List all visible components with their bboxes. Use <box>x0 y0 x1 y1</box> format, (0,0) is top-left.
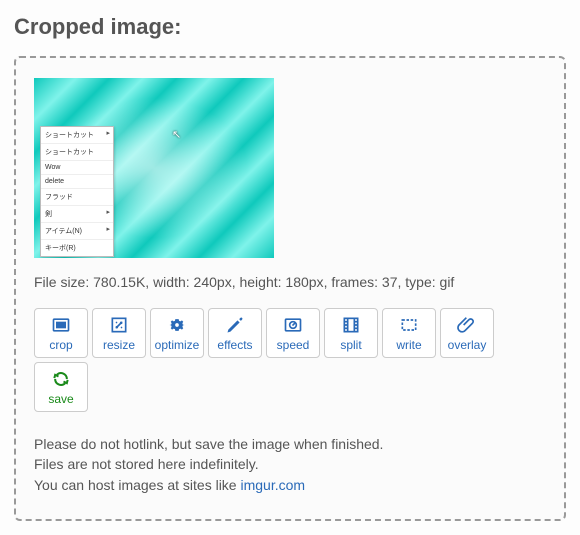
context-menu-item: キーボ(R) <box>41 240 113 256</box>
speed-icon <box>282 315 304 335</box>
file-width: 240px <box>194 274 232 290</box>
speed-button[interactable]: speed <box>266 308 320 358</box>
crop-button[interactable]: crop <box>34 308 88 358</box>
select-icon <box>398 315 420 335</box>
context-menu-item: ショートカット <box>41 144 113 161</box>
split-button[interactable]: split <box>324 308 378 358</box>
optimize-button[interactable]: optimize <box>150 308 204 358</box>
imgur-link[interactable]: imgur.com <box>241 477 306 493</box>
effects-button[interactable]: effects <box>208 308 262 358</box>
file-type: gif <box>440 274 455 290</box>
context-menu: ショートカット ショートカット Wow delete フラッド 剣 アイテム(N… <box>40 126 114 257</box>
overlay-button[interactable]: overlay <box>440 308 494 358</box>
note-line: Please do not hotlink, but save the imag… <box>34 434 546 454</box>
note-line: Files are not stored here indefinitely. <box>34 454 546 474</box>
save-icon <box>50 369 72 389</box>
toolbar: crop resize optimize effects speed split… <box>34 308 546 412</box>
resize-icon <box>108 315 130 335</box>
context-menu-item: ショートカット <box>41 127 113 144</box>
context-menu-item: Wow <box>41 161 113 175</box>
crop-icon <box>50 315 72 335</box>
resize-button[interactable]: resize <box>92 308 146 358</box>
note-line: You can host images at sites like imgur.… <box>34 475 546 495</box>
file-frames: 37 <box>382 274 398 290</box>
cursor-icon: ↖ <box>172 128 181 141</box>
file-height: 180px <box>285 274 323 290</box>
result-panel: ショートカット ショートカット Wow delete フラッド 剣 アイテム(N… <box>14 56 566 521</box>
context-menu-item: delete <box>41 175 113 189</box>
gear-icon <box>166 315 188 335</box>
file-size: 780.15K <box>93 274 145 290</box>
context-menu-item: フラッド <box>41 189 113 206</box>
context-menu-item: 剣 <box>41 206 113 223</box>
file-meta: File size: 780.15K, width: 240px, height… <box>34 274 546 290</box>
footer-note: Please do not hotlink, but save the imag… <box>34 434 546 495</box>
page-title: Cropped image: <box>14 14 566 40</box>
pencil-icon <box>224 315 246 335</box>
clip-icon <box>456 315 478 335</box>
film-icon <box>340 315 362 335</box>
write-button[interactable]: write <box>382 308 436 358</box>
preview-image: ショートカット ショートカット Wow delete フラッド 剣 アイテム(N… <box>34 78 274 258</box>
save-button[interactable]: save <box>34 362 88 412</box>
context-menu-item: アイテム(N) <box>41 223 113 240</box>
